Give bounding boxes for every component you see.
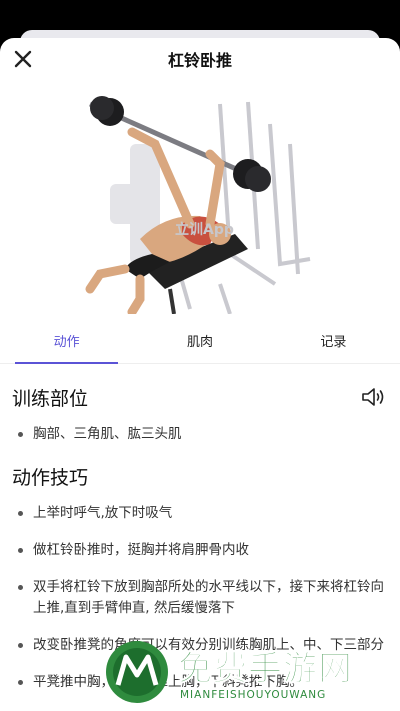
close-button[interactable] xyxy=(10,46,36,72)
target-list: 胸部、三角肌、肱三头肌 xyxy=(12,424,388,445)
exercise-illustration: 立训App xyxy=(0,80,400,318)
list-item: 双手将杠铃下放到胸部所处的水平线以下，接下来将杠铃向上推,直到手臂伸直, 然后缓… xyxy=(12,577,388,619)
tab-muscle[interactable]: 肌肉 xyxy=(133,318,266,363)
target-section-title: 训练部位 xyxy=(12,387,89,410)
close-icon xyxy=(14,50,32,68)
speaker-icon xyxy=(362,388,384,406)
illustration-watermark: 立训App xyxy=(175,221,234,238)
technique-section-header: 动作技巧 xyxy=(12,461,388,491)
list-item: 做杠铃卧推时，挺胸并将肩胛骨内收 xyxy=(12,540,388,561)
tab-record[interactable]: 记录 xyxy=(267,318,400,363)
header: 杠铃卧推 xyxy=(0,38,400,80)
exercise-detail-sheet: 杠铃卧推 立训App 动作 肌肉 记录 训练部位 胸部、三角肌、肱三头肌 动作技… xyxy=(0,38,400,711)
list-item: 改变卧推凳的角度可以有效分别训练胸肌上、中、下三部分 xyxy=(12,635,388,656)
technique-list: 上举时呼气,放下时吸气 做杠铃卧推时，挺胸并将肩胛骨内收 双手将杠铃下放到胸部所… xyxy=(12,503,388,693)
audio-button[interactable] xyxy=(358,382,388,412)
tab-content: 训练部位 胸部、三角肌、肱三头肌 动作技巧 上举时呼气,放下时吸气 做杠铃卧推时… xyxy=(0,382,400,693)
list-item: 平凳推中胸，上斜凳推上胸，下斜凳推下胸。 xyxy=(12,672,388,693)
list-item: 胸部、三角肌、肱三头肌 xyxy=(12,424,388,445)
target-section-header: 训练部位 xyxy=(12,382,388,412)
active-tab-indicator xyxy=(15,362,118,364)
technique-section-title: 动作技巧 xyxy=(12,466,89,489)
list-item: 上举时呼气,放下时吸气 xyxy=(12,503,388,524)
tab-action[interactable]: 动作 xyxy=(0,318,133,363)
tab-bar: 动作 肌肉 记录 xyxy=(0,318,400,364)
page-title: 杠铃卧推 xyxy=(167,51,232,70)
